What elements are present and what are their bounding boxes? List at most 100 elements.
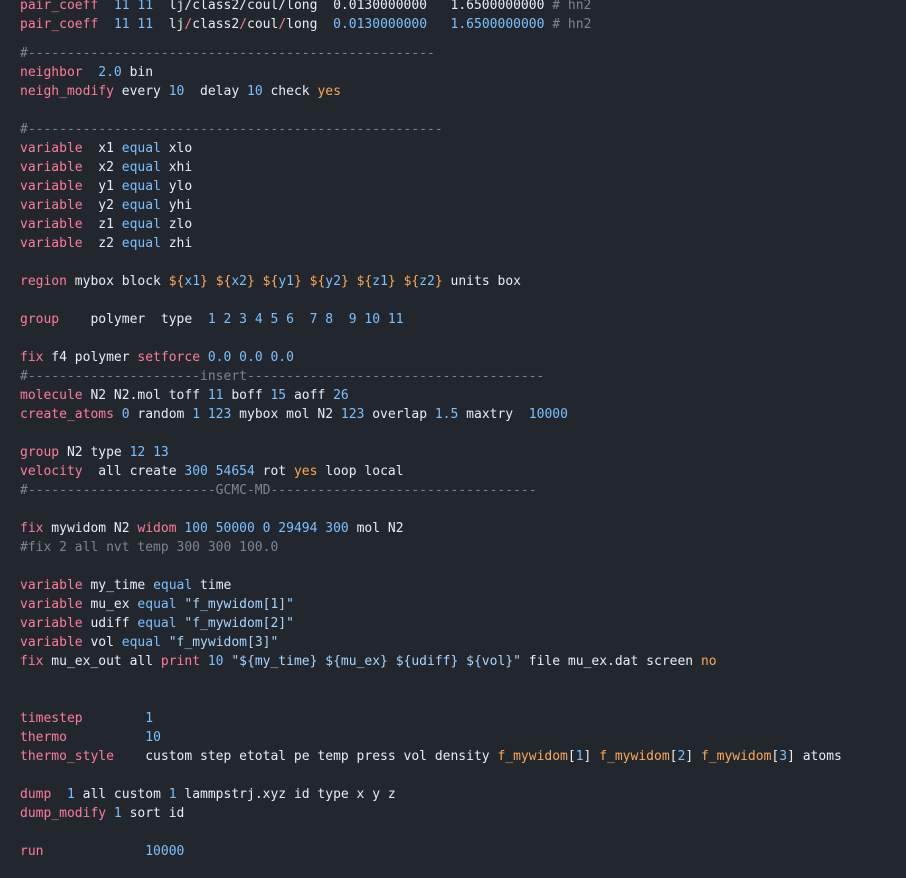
code-token-kw: group — [20, 312, 60, 327]
code-line: variable udiff equal "f_mywidom[2]" — [20, 614, 294, 633]
code-token-plain: z1 — [82, 217, 122, 232]
code-token-num: 12 13 — [129, 445, 169, 460]
code-token-plain: rot — [254, 464, 294, 479]
code-token-var: } — [200, 274, 208, 289]
code-token-kw: widom — [137, 521, 177, 536]
code-line: dump_modify 1 sort id — [20, 804, 184, 823]
code-line: molecule N2 N2.mol toff 11 boff 15 aoff … — [20, 386, 349, 405]
code-token-op: equal — [137, 616, 177, 631]
code-token-plain: units box — [442, 274, 521, 289]
code-token-kw: variable — [20, 141, 83, 156]
code-line: variable z1 equal zlo — [20, 215, 192, 234]
code-line: thermo_style custom step etotal pe temp … — [20, 747, 842, 766]
code-token-kw: molecule — [20, 388, 83, 403]
code-token-op: equal — [121, 198, 161, 213]
code-token-num: 1 2 3 4 5 6 — [207, 312, 294, 327]
code-token-plain: zhi — [160, 236, 193, 251]
code-line: #------------------------GCMC-MD--------… — [20, 481, 537, 500]
code-token-cmt: # hn2 — [552, 0, 592, 13]
code-token-plain: aoff — [286, 388, 334, 403]
code-token-plain: time — [192, 578, 232, 593]
code-token-var: yes — [293, 464, 318, 479]
code-line: pair_coeff 11 11 lj/class2/coul/long 0.0… — [20, 0, 591, 15]
code-token-cmt: # hn2 — [552, 17, 592, 32]
code-token-plain: coul — [247, 17, 279, 32]
code-token-kw: neighbor — [20, 65, 83, 80]
code-line: pair_coeff 11 11 lj/class2/coul/long 0.0… — [20, 15, 591, 34]
code-token-var: ${ — [168, 274, 185, 289]
code-token-num: 11 11 — [113, 17, 154, 32]
code-line: fix f4 polymer setforce 0.0 0.0 0.0 — [20, 348, 294, 367]
code-token-str: "f_mywidom[1]" — [184, 597, 294, 612]
code-editor[interactable]: pair_coeff 11 11 lj/class2/coul/long 0.0… — [0, 0, 906, 878]
code-token-plain: [ — [567, 749, 576, 764]
code-token-kw: group — [20, 445, 60, 460]
code-line: #---------------------------------------… — [20, 44, 435, 63]
code-token-num: 10000 — [528, 407, 568, 422]
code-token-num: 7 8 — [309, 312, 334, 327]
code-token-num: 10000 — [145, 844, 185, 859]
code-token-var: ${ — [403, 274, 420, 289]
code-token-kw: neigh_modify — [20, 84, 114, 99]
code-token-var: } — [293, 274, 302, 289]
code-line: variable y2 equal yhi — [20, 196, 192, 215]
code-token-num: 0 — [121, 407, 130, 422]
code-token-plain: mu_ex — [82, 597, 138, 612]
code-token-var: ${ — [262, 274, 279, 289]
code-token-cmt: #fix 2 all nvt temp 300 300 100.0 — [20, 540, 279, 555]
code-line: thermo 10 — [20, 728, 161, 747]
code-token-kw: velocity — [20, 464, 83, 479]
code-line: velocity all create 300 54654 rot yes lo… — [20, 462, 404, 481]
code-token-num: x2 — [231, 274, 247, 289]
code-token-kw: dump — [20, 787, 52, 802]
code-line: variable my_time equal time — [20, 576, 231, 595]
code-token-plain: every — [113, 84, 169, 99]
code-token-op: equal — [121, 141, 161, 156]
code-token-kw: variable — [20, 198, 83, 213]
code-token-plain: lammpstrj.xyz id type x y z — [176, 787, 396, 802]
code-token-kw: variable — [20, 160, 83, 175]
code-token-num: 11 — [207, 388, 224, 403]
code-line: variable x1 equal xlo — [20, 139, 192, 158]
code-token-kw: run — [20, 844, 44, 859]
code-token-var: f_mywidom — [497, 749, 568, 764]
code-token-kw: variable — [20, 179, 83, 194]
code-token-num: 10 — [145, 730, 161, 745]
code-token-var: no — [700, 654, 717, 669]
code-token-kw: / — [278, 17, 287, 32]
code-token-plain: custom step etotal pe temp press vol den… — [113, 749, 498, 764]
code-token-plain: xhi — [160, 160, 193, 175]
code-token-str: "f_mywidom[2]" — [184, 616, 294, 631]
code-token-num: 15 — [270, 388, 287, 403]
code-token-op: equal — [121, 179, 161, 194]
code-line: group N2 type 12 13 — [20, 443, 169, 462]
code-token-num: 1.6500000000 — [450, 17, 545, 32]
code-line: variable mu_ex equal "f_mywidom[1]" — [20, 595, 294, 614]
code-token-num: 300 54654 — [184, 464, 255, 479]
code-token-num: 10 — [247, 84, 263, 99]
code-token-num: 26 — [333, 388, 349, 403]
code-token-num: 0.0130000000 — [333, 17, 428, 32]
code-line: neigh_modify every 10 delay 10 check yes — [20, 82, 341, 101]
code-token-plain: polymer type — [59, 312, 208, 327]
code-token-plain: mol N2 — [348, 521, 404, 536]
code-line: #---------------------------------------… — [20, 120, 443, 139]
code-token-num: 10 — [207, 654, 224, 669]
code-token-str: "${my_time} ${mu_ex} ${udiff} ${vol}" — [231, 654, 521, 669]
code-token-plain: udiff — [82, 616, 138, 631]
code-token-kw: pair_coeff — [20, 17, 99, 32]
code-token-var: } — [340, 274, 349, 289]
code-token-cmt: #---------------------------------------… — [20, 46, 435, 61]
code-token-plain: delay — [184, 84, 247, 99]
